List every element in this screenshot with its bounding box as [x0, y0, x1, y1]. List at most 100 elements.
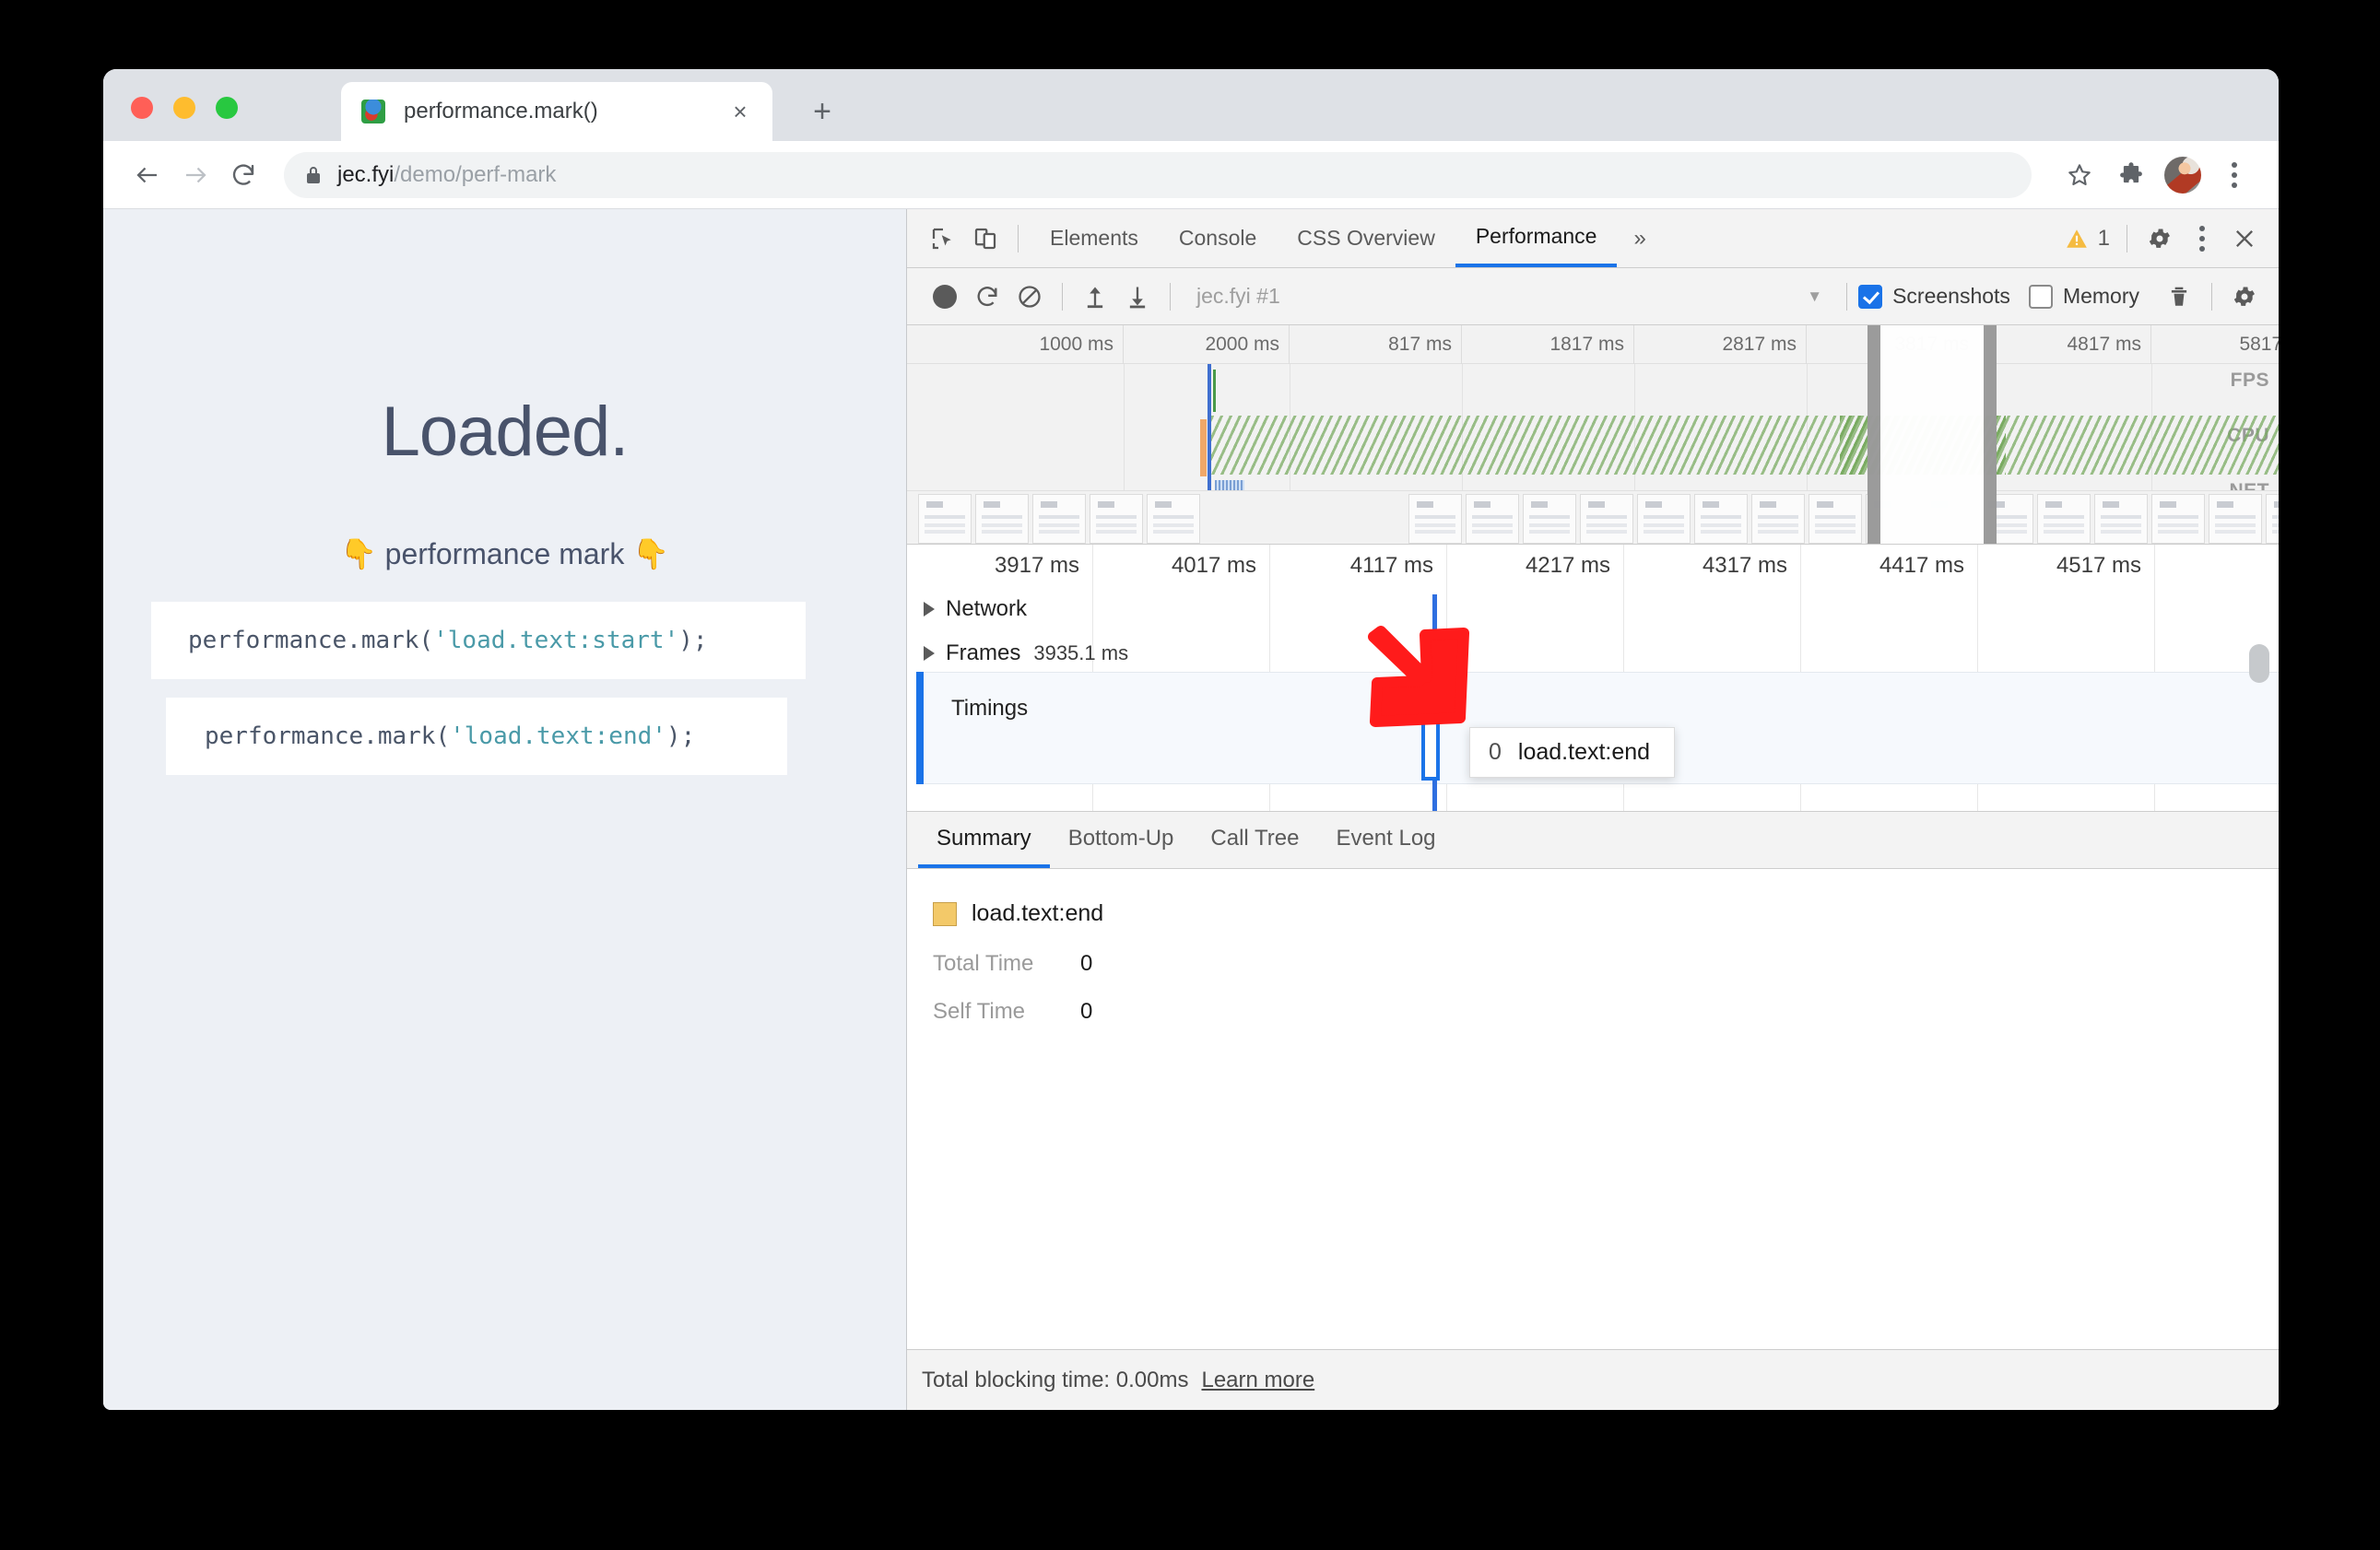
reload-record-button[interactable] [966, 276, 1008, 318]
tab-console[interactable]: Console [1159, 209, 1277, 267]
devtools-tabbar-right: 1 [2065, 217, 2279, 260]
download-profile-button[interactable] [1116, 276, 1159, 318]
record-button[interactable] [924, 276, 966, 318]
clear-button[interactable] [1008, 276, 1051, 318]
gear-icon[interactable] [2138, 217, 2181, 260]
maximize-window-button[interactable] [216, 97, 238, 119]
reload-icon[interactable] [219, 151, 267, 199]
overview-tick: 2000 ms [1124, 325, 1290, 364]
puzzle-icon[interactable] [2109, 153, 2153, 197]
cpu-usage-graph [1211, 416, 2279, 475]
minimize-window-button[interactable] [173, 97, 195, 119]
red-arrow-annotation [1368, 626, 1469, 727]
tab-css-overview[interactable]: CSS Overview [1277, 209, 1455, 267]
screenshots-checkbox[interactable]: Screenshots [1858, 284, 2010, 309]
memory-checkbox[interactable]: Memory [2028, 284, 2139, 309]
point-down-icon-right: 👇 [632, 536, 670, 571]
controls-divider-2 [1170, 282, 1171, 311]
close-icon[interactable]: × [725, 96, 756, 127]
filmstrip-frame [1523, 494, 1576, 544]
new-tab-button[interactable]: + [802, 91, 842, 132]
browser-tab[interactable]: performance.mark() × [341, 82, 772, 141]
learn-more-link[interactable]: Learn more [1201, 1368, 1314, 1393]
url-text: jec.fyi/demo/perf-mark [337, 162, 556, 188]
page-title: Loaded. [381, 393, 630, 471]
page-subtitle-text: performance mark [384, 537, 625, 570]
star-icon[interactable] [2057, 153, 2102, 197]
tab-performance[interactable]: Performance [1455, 209, 1618, 267]
tooltip-value: 0 [1489, 739, 1502, 765]
tab-summary[interactable]: Summary [918, 812, 1050, 868]
expand-triangle-icon[interactable] [924, 602, 935, 616]
memory-label: Memory [2062, 284, 2139, 308]
session-selector[interactable]: jec.fyi #1 ▼ [1182, 284, 1835, 309]
capture-settings-gear-icon[interactable] [2223, 276, 2266, 318]
overview-tick: 1000 ms [907, 325, 1124, 364]
filmstrip-frame [1147, 494, 1200, 544]
code-suffix-end: ); [666, 722, 696, 750]
warning-indicator[interactable]: 1 [2065, 226, 2110, 252]
overview-graphs: FPS CPU NET [907, 364, 2279, 544]
upload-profile-button[interactable] [1074, 276, 1116, 318]
filmstrip-frame [1466, 494, 1519, 544]
close-window-button[interactable] [131, 97, 153, 119]
devtools-tabbar: Elements Console CSS Overview Performanc… [907, 209, 2279, 268]
warning-triangle-icon [2066, 229, 2087, 248]
controls-divider-3 [1846, 282, 1848, 311]
code-block-start: performance.mark('load.text:start'); [151, 602, 806, 679]
overview-tick: 817 ms [1290, 325, 1462, 364]
track-frames-duration: 3935.1 ms [1033, 641, 1129, 664]
expand-triangle-icon[interactable] [924, 646, 935, 661]
track-frames-label: Frames [946, 640, 1021, 665]
browser-toolbar: jec.fyi/demo/perf-mark [103, 141, 2279, 209]
warning-count: 1 [2097, 225, 2110, 251]
fps-band-label: FPS [2230, 370, 2269, 391]
controls-divider-4 [2211, 282, 2212, 311]
track-frames[interactable]: Frames 3935.1 ms [907, 640, 2279, 666]
tab-event-log[interactable]: Event Log [1317, 812, 1454, 868]
track-network-label: Network [946, 596, 1028, 621]
page-subtitle: 👇 performance mark 👇 [103, 536, 906, 571]
inspect-cursor-icon[interactable] [922, 217, 964, 260]
overview-tick: 5817 ms [2151, 325, 2279, 364]
more-tabs-icon[interactable]: » [1617, 226, 1662, 252]
flamechart-scrollbar[interactable] [2249, 644, 2269, 683]
session-name: jec.fyi #1 [1196, 284, 1280, 308]
overview-selection-window[interactable] [1867, 325, 1997, 544]
devtools-menu-icon[interactable] [2181, 217, 2223, 260]
back-arrow-icon[interactable] [124, 151, 171, 199]
tab-bottom-up[interactable]: Bottom-Up [1050, 812, 1193, 868]
memory-check-icon [2028, 284, 2053, 309]
page-viewport: Loaded. 👇 performance mark 👇 performance… [103, 209, 907, 1410]
lock-icon [304, 164, 323, 186]
address-bar[interactable]: jec.fyi/demo/perf-mark [284, 151, 2032, 198]
filmstrip-frame [1090, 494, 1143, 544]
avatar[interactable] [2161, 153, 2205, 197]
tab-call-tree[interactable]: Call Tree [1192, 812, 1317, 868]
tab-elements[interactable]: Elements [1030, 209, 1159, 267]
kebab-menu-icon[interactable] [2212, 153, 2256, 197]
window-controls [131, 97, 238, 119]
track-network[interactable]: Network [907, 596, 2279, 622]
screenshots-label: Screenshots [1892, 284, 2010, 308]
timeline-overview[interactable]: 1000 ms 2000 ms 817 ms 1817 ms 2817 ms 3… [907, 325, 2279, 545]
track-timings-selection-edge [916, 672, 924, 784]
chevron-down-icon: ▼ [1807, 287, 1823, 305]
filmstrip-frame [918, 494, 972, 544]
stat-total-time: Total Time 0 [933, 951, 2279, 977]
timing-tooltip: 0 load.text:end [1469, 727, 1676, 778]
url-path: /demo/perf-mark [394, 161, 557, 187]
status-bar: Total blocking time: 0.00ms Learn more [907, 1349, 2279, 1410]
filmstrip-frame [2037, 494, 2091, 544]
close-devtools-icon[interactable] [2223, 217, 2266, 260]
stat-self-time: Self Time 0 [933, 999, 2279, 1025]
flamechart-ruler: 3917 ms 4017 ms 4117 ms 4217 ms 4317 ms … [907, 545, 2279, 811]
filmstrip-frame [1408, 494, 1462, 544]
filmstrip-frame [1637, 494, 1691, 544]
stat-self-time-value: 0 [1080, 999, 1093, 1024]
trash-icon[interactable] [2158, 276, 2200, 318]
timeline-flamechart[interactable]: 3917 ms 4017 ms 4117 ms 4217 ms 4317 ms … [907, 545, 2279, 812]
event-color-swatch [933, 901, 957, 926]
device-toggle-icon[interactable] [964, 217, 1007, 260]
filmstrip-frame [1694, 494, 1748, 544]
